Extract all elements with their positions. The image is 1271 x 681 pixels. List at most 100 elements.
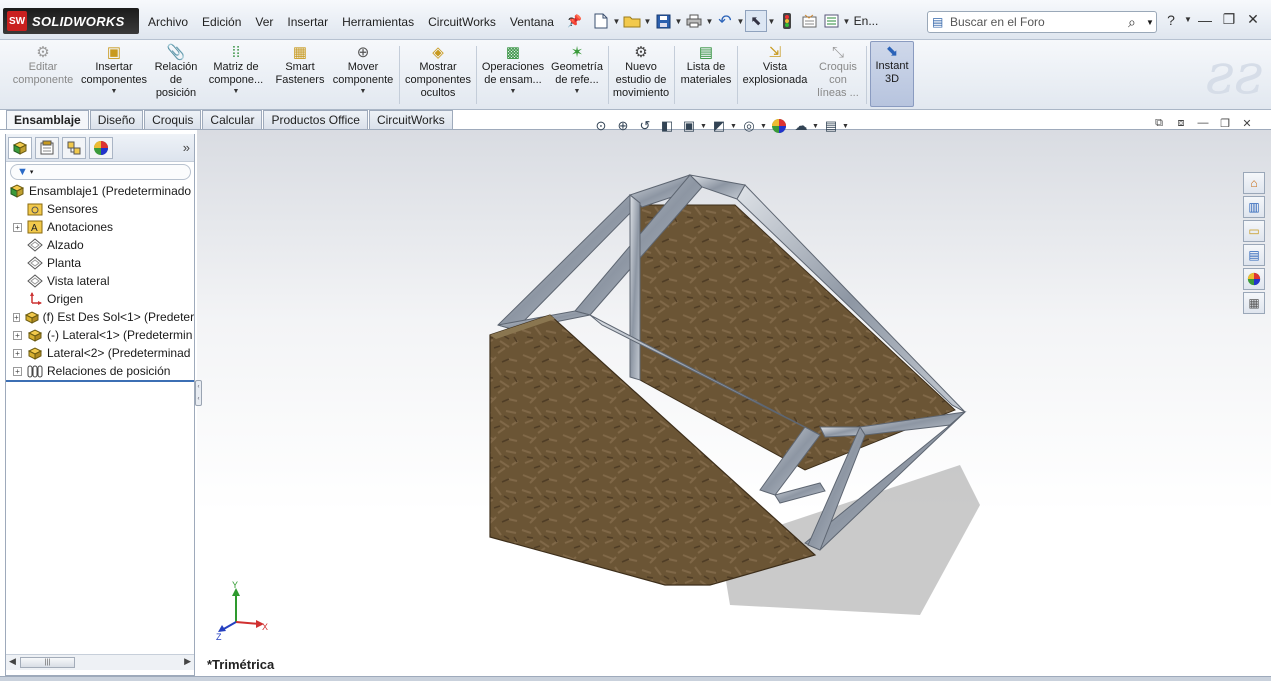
exploded-view-button[interactable]: ⇲ Vista explosionada (740, 43, 810, 87)
edit-appearance-icon[interactable] (768, 116, 790, 136)
section-view-icon[interactable]: ◧ (656, 116, 678, 136)
select-arrow-icon[interactable]: ⬉ (745, 10, 767, 32)
property-manager-icon[interactable] (35, 137, 59, 159)
bill-of-materials-button[interactable]: ▤ Lista de materiales (677, 43, 735, 87)
appearances-icon[interactable] (1243, 268, 1265, 290)
tree-item-assembly-root[interactable]: Ensamblaje1 (Predeterminado (6, 182, 194, 200)
search-icon[interactable]: ⌕ (1128, 14, 1146, 31)
restore-button[interactable]: ❐ (1217, 11, 1241, 28)
tab-diseno[interactable]: Diseño (89, 110, 144, 130)
filter-funnel-icon[interactable]: ▼ (17, 166, 28, 178)
help-icon[interactable]: ? (1159, 12, 1183, 28)
file-properties-icon[interactable] (798, 10, 820, 32)
view-settings-icon[interactable]: ▤ (820, 116, 842, 136)
menu-ventana[interactable]: Ventana (503, 12, 561, 32)
pin-menu-icon[interactable]: 📌 (567, 14, 582, 28)
print-dropdown-arrow[interactable]: ▼ (705, 17, 714, 26)
viewport-close-button[interactable]: ✕ (1236, 117, 1258, 130)
tree-horizontal-scrollbar[interactable]: ◀ ||| ▶ (6, 654, 194, 670)
tree-item-lateral-2[interactable]: + Lateral<2> (Predeterminad (6, 344, 194, 362)
tree-item-vista-lateral[interactable]: Vista lateral (6, 272, 194, 290)
traffic-light-icon[interactable] (776, 10, 798, 32)
feature-manager-icon[interactable] (8, 137, 32, 159)
save-icon[interactable] (652, 10, 674, 32)
menu-ver[interactable]: Ver (248, 12, 280, 32)
apply-scene-dropdown-arrow[interactable]: ▼ (812, 123, 820, 130)
tree-item-origen[interactable]: Origen (6, 290, 194, 308)
open-folder-icon[interactable] (621, 10, 643, 32)
viewport-restore-button[interactable]: ❐ (1214, 117, 1236, 130)
expand-toggle[interactable]: + (13, 222, 22, 232)
apply-scene-icon[interactable]: ☁ (790, 116, 812, 136)
view-orientation-icon[interactable]: ▣ (678, 116, 700, 136)
solidworks-logo[interactable]: SW SOLIDWORKS (3, 8, 139, 34)
component-pattern-button[interactable]: ⁞⁞ Matriz de compone... ▼ (206, 43, 266, 96)
expand-toggle[interactable]: + (13, 348, 22, 358)
tree-filter-field[interactable]: ▼ ▾ (10, 164, 191, 180)
panel-more-chevron-icon[interactable]: » (183, 140, 190, 155)
menu-archivo[interactable]: Archivo (141, 12, 195, 32)
hide-show-dropdown-arrow[interactable]: ▼ (760, 123, 768, 130)
tab-ensamblaje[interactable]: Ensamblaje (6, 110, 89, 130)
open-dropdown-arrow[interactable]: ▼ (643, 17, 652, 26)
assembly-features-dropdown-arrow[interactable]: ▼ (510, 87, 517, 96)
new-dropdown-arrow[interactable]: ▼ (612, 17, 621, 26)
menu-circuitworks[interactable]: CircuitWorks (421, 12, 503, 32)
design-library-icon[interactable]: ▥ (1243, 196, 1265, 218)
instant-3d-button[interactable]: ⬊ Instant 3D (870, 41, 914, 107)
tree-item-anotaciones[interactable]: + A Anotaciones (6, 218, 194, 236)
panel-collapse-handle[interactable]: ‹ ‹ (195, 380, 202, 406)
previous-view-icon[interactable]: ↺ (634, 116, 656, 136)
viewport-link-icon[interactable]: ⧈ (1170, 117, 1192, 130)
zoom-to-area-icon[interactable]: ⊕ (612, 116, 634, 136)
viewport-split-icon[interactable]: ⧉ (1148, 117, 1170, 130)
close-button[interactable]: ✕ (1241, 11, 1265, 28)
help-dropdown-arrow[interactable]: ▼ (1183, 15, 1193, 24)
insert-components-button[interactable]: ▣ Insertar componentes ▼ (80, 43, 148, 96)
tab-calcular[interactable]: Calcular (202, 110, 263, 130)
tree-item-alzado[interactable]: Alzado (6, 236, 194, 254)
tree-item-sensores[interactable]: Sensores (6, 200, 194, 218)
options-dropdown-arrow[interactable]: ▼ (842, 17, 851, 26)
display-style-dropdown-arrow[interactable]: ▼ (730, 123, 738, 130)
print-icon[interactable] (683, 10, 705, 32)
hide-show-icon[interactable]: ◎ (738, 116, 760, 136)
select-dropdown-arrow[interactable]: ▼ (767, 17, 776, 26)
file-explorer-icon[interactable]: ▭ (1243, 220, 1265, 242)
display-manager-icon[interactable] (89, 137, 113, 159)
menu-insertar[interactable]: Insertar (280, 12, 335, 32)
more-commands[interactable]: En... (851, 10, 881, 32)
tree-item-planta[interactable]: Planta (6, 254, 194, 272)
expand-toggle[interactable]: + (13, 330, 22, 340)
smart-fasteners-button[interactable]: ▦ Smart Fasteners (272, 43, 328, 87)
expand-toggle[interactable]: + (13, 312, 20, 322)
search-box[interactable]: ▤ Buscar en el Foro ⌕ ▼ (927, 11, 1157, 33)
tree-item-relaciones-posicion[interactable]: + Relaciones de posición (6, 362, 194, 380)
explode-line-sketch-button[interactable]: ⤡ Croquis con líneas ... (812, 43, 864, 100)
expand-toggle[interactable]: + (13, 366, 22, 376)
scroll-left-arrow[interactable]: ◀ (9, 656, 16, 667)
view-orientation-dropdown-arrow[interactable]: ▼ (700, 123, 708, 130)
viewport-minimize-button[interactable]: — (1192, 117, 1214, 130)
search-dropdown-arrow[interactable]: ▼ (1146, 18, 1156, 27)
rollback-bar[interactable] (6, 380, 194, 382)
scroll-thumb[interactable]: ||| (20, 657, 75, 668)
edit-component-button[interactable]: ⚙ Editar componente (8, 43, 78, 87)
reference-geometry-dropdown-arrow[interactable]: ▼ (574, 87, 581, 96)
save-dropdown-arrow[interactable]: ▼ (674, 17, 683, 26)
tree-item-est-des-sol[interactable]: + (f) Est Des Sol<1> (Predeter (6, 308, 194, 326)
view-palette-icon[interactable]: ▤ (1243, 244, 1265, 266)
undo-dropdown-arrow[interactable]: ▼ (736, 17, 745, 26)
resources-icon[interactable]: ⌂ (1243, 172, 1265, 194)
display-style-icon[interactable]: ◩ (708, 116, 730, 136)
show-hidden-components-button[interactable]: ◈ Mostrar componentes ocultos (402, 43, 474, 100)
reference-geometry-button[interactable]: ✶ Geometría de refe... ▼ (549, 43, 605, 96)
scroll-right-arrow[interactable]: ▶ (184, 656, 191, 667)
tab-circuitworks[interactable]: CircuitWorks (368, 110, 453, 130)
insert-components-dropdown-arrow[interactable]: ▼ (111, 87, 118, 96)
tab-productos-office[interactable]: Productos Office (263, 110, 368, 130)
minimize-button[interactable]: — (1193, 12, 1217, 28)
zoom-to-fit-icon[interactable]: ⊙ (590, 116, 612, 136)
options-icon[interactable] (820, 10, 842, 32)
view-settings-dropdown-arrow[interactable]: ▼ (842, 123, 850, 130)
